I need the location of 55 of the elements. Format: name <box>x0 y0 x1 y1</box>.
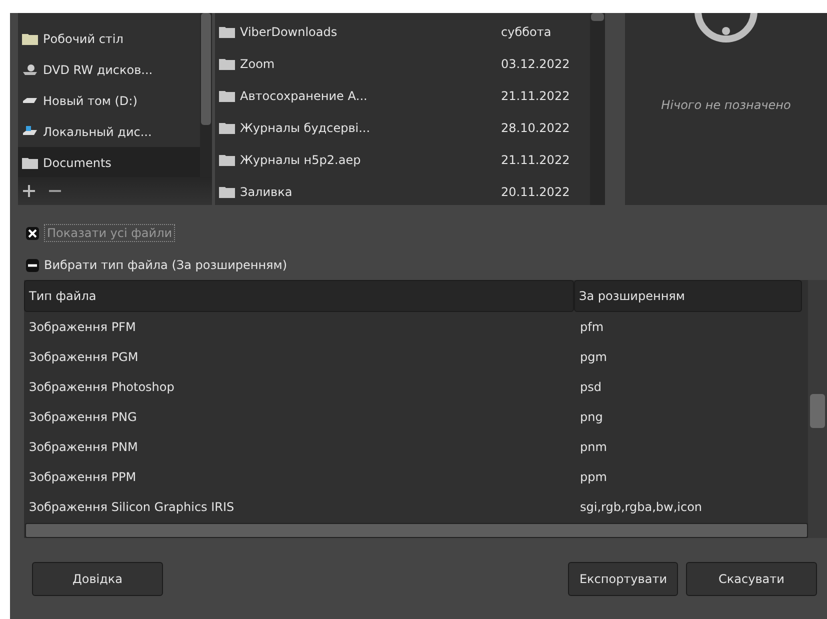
table-cell-text: sgi,rgb,rgba,bw,icon <box>579 500 702 514</box>
table-cell-text: pnm <box>579 440 607 454</box>
preview-text: Нічого не позначено <box>661 98 791 112</box>
folder-icon <box>219 186 235 198</box>
expander-label[interactable]: Вибрати тип файла (За розширенням) <box>44 258 288 272</box>
expander[interactable] <box>26 258 39 272</box>
folder-icon <box>219 26 235 38</box>
file-item[interactable]: Журналы н5р2.аер <box>215 153 499 167</box>
folder-icon <box>22 156 38 168</box>
export-button[interactable]: Експортувати <box>568 562 678 596</box>
place-item[interactable]: Робочий стіл <box>18 23 200 54</box>
folder-icon <box>22 32 38 44</box>
cancel-button[interactable]: Скасувати <box>686 562 817 596</box>
drive-icon <box>22 126 38 138</box>
table-cell-text: psd <box>579 380 602 394</box>
column-header[interactable]: Тип файла <box>24 280 574 312</box>
scrollbar-thumb[interactable] <box>591 13 604 21</box>
folder-icon <box>219 58 235 70</box>
file-item[interactable]: Zoom <box>215 57 499 71</box>
place-item[interactable]: Новый том (D:) <box>18 85 200 116</box>
modified-date: суббота <box>500 25 552 39</box>
folder-icon <box>219 90 235 102</box>
file-item[interactable]: Заливка <box>215 185 499 199</box>
table-cell-text: Зображення PGM <box>28 350 140 364</box>
table-cell-text: Зображення PNM <box>28 440 139 454</box>
table-cell-text: png <box>579 410 603 424</box>
table-cell-text: Зображення PPM <box>28 470 138 484</box>
place-item[interactable]: Локальный дис... <box>18 116 200 147</box>
table-cell-text: Зображення Silicon Graphics IRIS <box>28 500 236 514</box>
help-button[interactable]: Довідка <box>32 562 163 596</box>
file-item[interactable]: Журналы будсерві... <box>215 121 499 135</box>
table-cell-text: Зображення Photoshop <box>28 380 176 394</box>
file-item[interactable]: Автосохранение А... <box>215 89 499 103</box>
place-item[interactable]: Documents <box>18 147 200 177</box>
disc-drive-icon <box>22 64 38 76</box>
column-header[interactable]: За розширенням <box>574 280 802 312</box>
table-cell-text: Зображення PNG <box>28 410 138 424</box>
add-icon[interactable] <box>22 184 36 198</box>
file-item[interactable]: ViberDownloads <box>215 25 499 39</box>
modified-date: 28.10.2022 <box>500 121 570 135</box>
modified-date: 21.11.2022 <box>500 153 570 167</box>
table-cell-text: Зображення PFM <box>28 320 137 334</box>
checkbox[interactable] <box>26 226 39 240</box>
table-cell-text: pfm <box>579 320 604 334</box>
modified-date: 21.11.2022 <box>500 89 570 103</box>
scrollbar-thumb[interactable] <box>810 394 825 428</box>
horizontal-scrollbar[interactable] <box>25 522 808 538</box>
modified-date: 20.11.2022 <box>500 185 570 199</box>
modified-date: 03.12.2022 <box>500 57 570 71</box>
table-cell-text: ppm <box>579 470 607 484</box>
table-cell-text: pgm <box>579 350 607 364</box>
place-item[interactable]: DVD RW дисков... <box>18 54 200 85</box>
folder-icon <box>219 122 235 134</box>
folder-icon <box>219 154 235 166</box>
scrollbar-thumb[interactable] <box>201 13 211 125</box>
